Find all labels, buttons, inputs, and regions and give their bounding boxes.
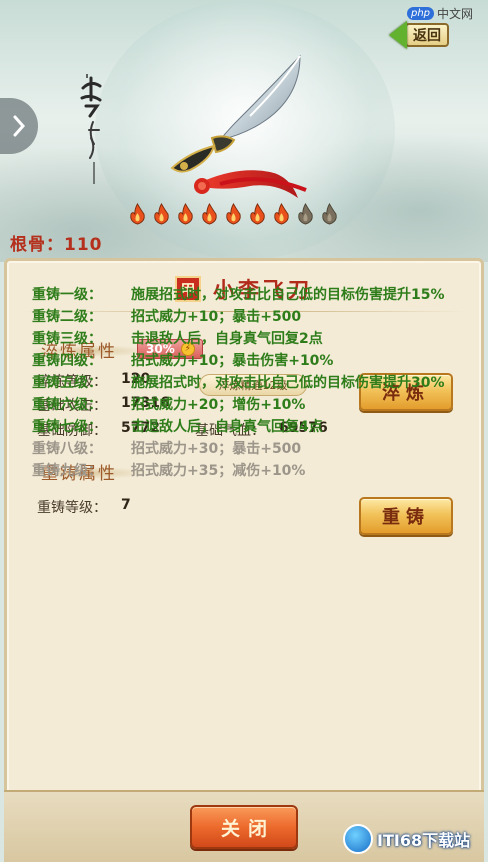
watermark-globe-icon — [343, 824, 373, 854]
reforge-tier-desc: 施展招式时，对攻击比自己低的目标伤害提升30% — [131, 375, 445, 391]
bottom-watermark: ITI68下载站 — [343, 820, 485, 858]
flame-lit-icon — [250, 203, 265, 225]
reforge-tier-item-locked: 重铸九级： 招式威力+35；减伤+10% — [32, 460, 452, 482]
reforge-tier-item: 重铸一级： 施展招式时，对攻击比自己低的目标伤害提升15% — [32, 284, 452, 306]
chevron-right-icon — [13, 115, 26, 137]
watermark-logo: php — [407, 6, 435, 20]
reforge-level-value: 7 — [121, 497, 131, 513]
reforge-tier-level: 重铸六级： — [32, 397, 102, 413]
root-bone-stat: 根骨：110 — [10, 235, 103, 255]
weapon-showcase-background: php 中文网 返回 根骨：110 — [0, 0, 488, 262]
flame-lit-icon — [202, 203, 217, 225]
next-item-arrow-button[interactable] — [0, 98, 38, 154]
reforge-tier-item: 重铸二级： 招式威力+10；暴击+500 — [32, 306, 452, 328]
reforge-tier-desc: 施展招式时，对攻击比自己低的目标伤害提升15% — [131, 287, 445, 303]
flame-unlit-icon — [322, 203, 337, 225]
reforge-tier-item: 重铸四级： 招式威力+10；暴击伤害+10% — [32, 350, 452, 372]
reforge-tier-level: 重铸一级： — [32, 287, 102, 303]
star-rating-flames — [128, 203, 339, 225]
reforge-tier-level: 重铸二级： — [32, 309, 102, 325]
reforge-tier-desc: 招式威力+30；暴击+500 — [131, 441, 302, 457]
reforge-button[interactable]: 重铸 — [359, 497, 453, 535]
flame-lit-icon — [178, 203, 193, 225]
reforge-tier-item-locked: 重铸八级： 招式威力+30；暴击+500 — [32, 438, 452, 460]
reforge-tier-level: 重铸七级： — [32, 419, 102, 435]
calligraphy-signature — [80, 74, 102, 184]
back-arrow-icon — [389, 21, 407, 49]
flame-lit-icon — [130, 203, 145, 225]
reforge-tier-desc: 击退敌人后，自身真气回复2点 — [131, 331, 323, 347]
reforge-tier-desc: 击退敌人后，自身真气回复4点 — [131, 419, 323, 435]
flying-dagger-image — [170, 54, 307, 198]
reforge-tier-level: 重铸八级： — [32, 441, 102, 457]
reforge-tier-desc: 招式威力+10；暴击伤害+10% — [131, 353, 334, 369]
flame-lit-icon — [274, 203, 289, 225]
back-button[interactable]: 返回 — [389, 21, 461, 49]
reforge-tier-item: 重铸七级： 击退敌人后，自身真气回复4点 — [32, 416, 452, 438]
reforge-tier-item: 重铸六级： 招式威力+20；增伤+10% — [32, 394, 452, 416]
reforge-tier-desc: 招式威力+20；增伤+10% — [131, 397, 306, 413]
reforge-tier-level: 重铸五级： — [32, 375, 102, 391]
reforge-tier-list: 重铸一级： 施展招式时，对攻击比自己低的目标伤害提升15% 重铸二级： 招式威力… — [32, 284, 452, 482]
reforge-tier-level: 重铸三级： — [32, 331, 102, 347]
reforge-tier-item: 重铸五级： 施展招式时，对攻击比自己低的目标伤害提升30% — [32, 372, 452, 394]
flame-unlit-icon — [298, 203, 313, 225]
flame-lit-icon — [154, 203, 169, 225]
reforge-tier-level: 重铸四级： — [32, 353, 102, 369]
reforge-level-row: 重铸等级： 7 — [37, 497, 131, 517]
reforge-level-label: 重铸等级： — [37, 500, 107, 516]
reforge-tier-desc: 招式威力+10；暴击+500 — [131, 309, 302, 325]
flame-lit-icon — [226, 203, 241, 225]
close-button[interactable]: 关闭 — [190, 805, 298, 849]
reforge-tier-level: 重铸九级： — [32, 463, 102, 479]
reforge-tier-item: 重铸三级： 击退敌人后，自身真气回复2点 — [32, 328, 452, 350]
reforge-tier-desc: 招式威力+35；减伤+10% — [131, 463, 306, 479]
back-button-label: 返回 — [405, 23, 449, 47]
watermark-site-text: ITI68下载站 — [377, 831, 471, 850]
watermark-text: 中文网 — [437, 6, 474, 21]
